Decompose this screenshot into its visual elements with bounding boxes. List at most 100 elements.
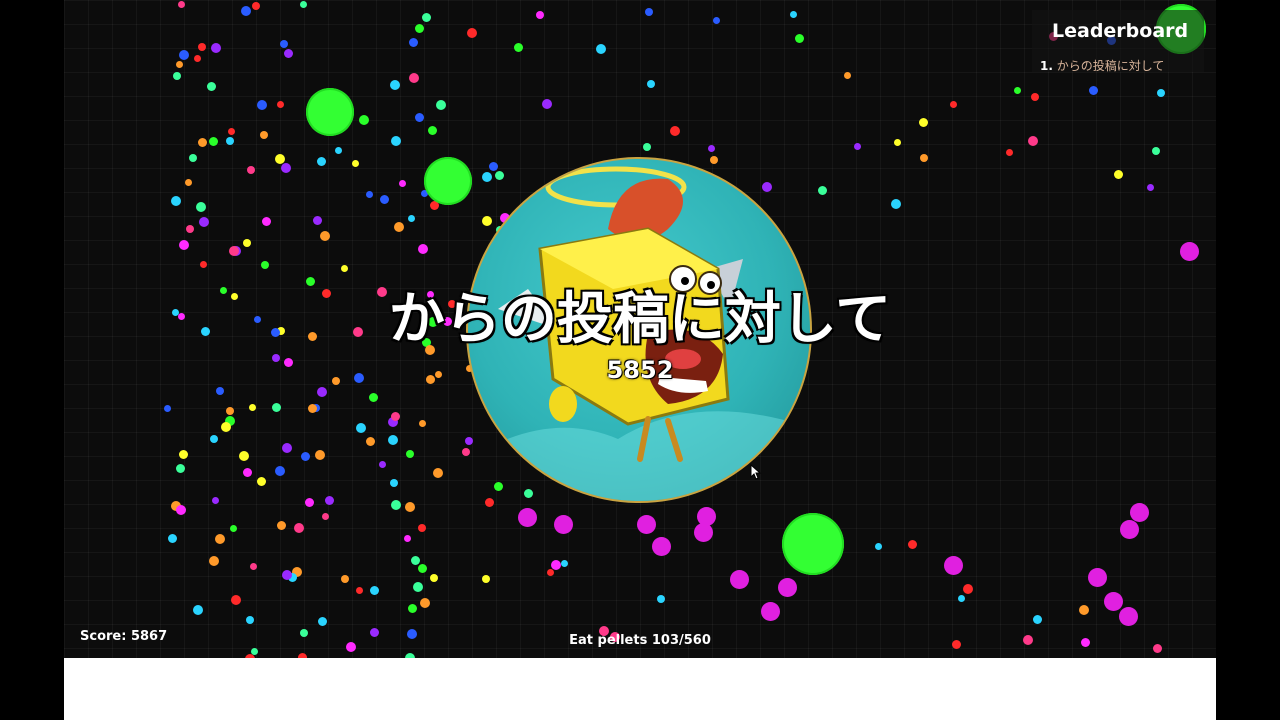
- food-pellet: [428, 126, 437, 135]
- food-pellet: [247, 166, 255, 174]
- food-pellet: [198, 138, 207, 147]
- food-pellet: [317, 157, 326, 166]
- food-pellet: [844, 72, 851, 79]
- food-pellet: [891, 199, 901, 209]
- food-pellet: [908, 540, 917, 549]
- food-pellet: [514, 43, 523, 52]
- food-pellet: [409, 73, 419, 83]
- food-pellet: [277, 521, 286, 530]
- food-pellet: [315, 450, 325, 460]
- food-pellet: [171, 196, 181, 206]
- food-pellet: [173, 72, 181, 80]
- food-pellet: [341, 575, 349, 583]
- food-pellet: [322, 513, 329, 520]
- food-pellet: [210, 435, 218, 443]
- food-pellet: [950, 101, 957, 108]
- food-pellet: [221, 422, 231, 432]
- ejected-mass: [1120, 520, 1139, 539]
- food-pellet: [366, 191, 373, 198]
- food-pellet: [388, 435, 398, 445]
- food-pellet: [854, 143, 861, 150]
- food-pellet: [963, 584, 973, 594]
- food-pellet: [231, 595, 241, 605]
- food-pellet: [226, 407, 234, 415]
- food-pellet: [1114, 170, 1123, 179]
- food-pellet: [359, 115, 369, 125]
- food-pellet: [250, 563, 257, 570]
- food-pellet: [390, 479, 398, 487]
- food-pellet: [643, 143, 651, 151]
- food-pellet: [1014, 87, 1021, 94]
- food-pellet: [261, 261, 269, 269]
- food-pellet: [226, 137, 234, 145]
- leaderboard-name: からの投稿に対して: [1056, 59, 1165, 73]
- food-pellet: [420, 598, 430, 608]
- food-pellet: [257, 477, 266, 486]
- food-pellet: [168, 534, 177, 543]
- game-canvas[interactable]: からの投稿に対して 5852 Leaderboard 1. からの投稿に対して …: [64, 0, 1216, 658]
- food-pellet: [710, 156, 718, 164]
- food-pellet: [320, 231, 330, 241]
- food-pellet: [408, 604, 417, 613]
- food-pellet: [313, 216, 322, 225]
- ejected-mass: [1104, 592, 1123, 611]
- food-pellet: [495, 171, 504, 180]
- food-pellet: [790, 11, 797, 18]
- food-pellet: [430, 574, 438, 582]
- food-pellet: [418, 524, 426, 532]
- food-pellet: [229, 246, 239, 256]
- food-pellet: [1079, 605, 1089, 615]
- food-pellet: [404, 535, 411, 542]
- food-pellet: [306, 277, 315, 286]
- ejected-mass: [652, 537, 671, 556]
- food-pellet: [356, 423, 366, 433]
- food-pellet: [1152, 147, 1160, 155]
- food-pellet: [408, 215, 415, 222]
- food-pellet: [318, 617, 327, 626]
- food-pellet: [366, 437, 375, 446]
- food-pellet: [305, 498, 314, 507]
- food-pellet: [762, 182, 772, 192]
- food-pellet: [199, 217, 209, 227]
- food-pellet: [189, 154, 197, 162]
- food-pellet: [418, 244, 428, 254]
- food-pellet: [230, 525, 237, 532]
- food-pellet: [875, 543, 882, 550]
- food-pellet: [394, 222, 404, 232]
- food-pellet: [647, 80, 655, 88]
- food-pellet: [818, 186, 827, 195]
- food-pellet: [422, 13, 431, 22]
- food-pellet: [1031, 93, 1039, 101]
- food-pellet: [241, 6, 251, 16]
- virus: [306, 88, 354, 136]
- food-pellet: [379, 461, 386, 468]
- food-pellet: [249, 404, 256, 411]
- food-pellet: [294, 523, 304, 533]
- ejected-mass: [730, 570, 749, 589]
- food-pellet: [391, 136, 401, 146]
- food-pellet: [317, 387, 327, 397]
- food-pellet: [465, 437, 473, 445]
- food-pellet: [433, 468, 443, 478]
- food-pellet: [272, 403, 281, 412]
- ejected-mass: [778, 578, 797, 597]
- food-pellet: [958, 595, 965, 602]
- food-pellet: [561, 560, 568, 567]
- ejected-mass: [1180, 242, 1199, 261]
- virus: [424, 157, 472, 205]
- food-pellet: [186, 225, 194, 233]
- food-pellet: [399, 180, 406, 187]
- ejected-mass: [694, 523, 713, 542]
- food-pellet: [409, 38, 418, 47]
- food-pellet: [176, 464, 185, 473]
- food-pellet: [356, 587, 363, 594]
- food-pellet: [300, 1, 307, 8]
- food-pellet: [196, 202, 206, 212]
- food-pellet: [164, 405, 171, 412]
- ejected-mass: [944, 556, 963, 575]
- food-pellet: [708, 145, 715, 152]
- food-pellet: [228, 128, 235, 135]
- food-pellet: [194, 55, 201, 62]
- food-pellet: [1157, 89, 1165, 97]
- ejected-mass: [637, 515, 656, 534]
